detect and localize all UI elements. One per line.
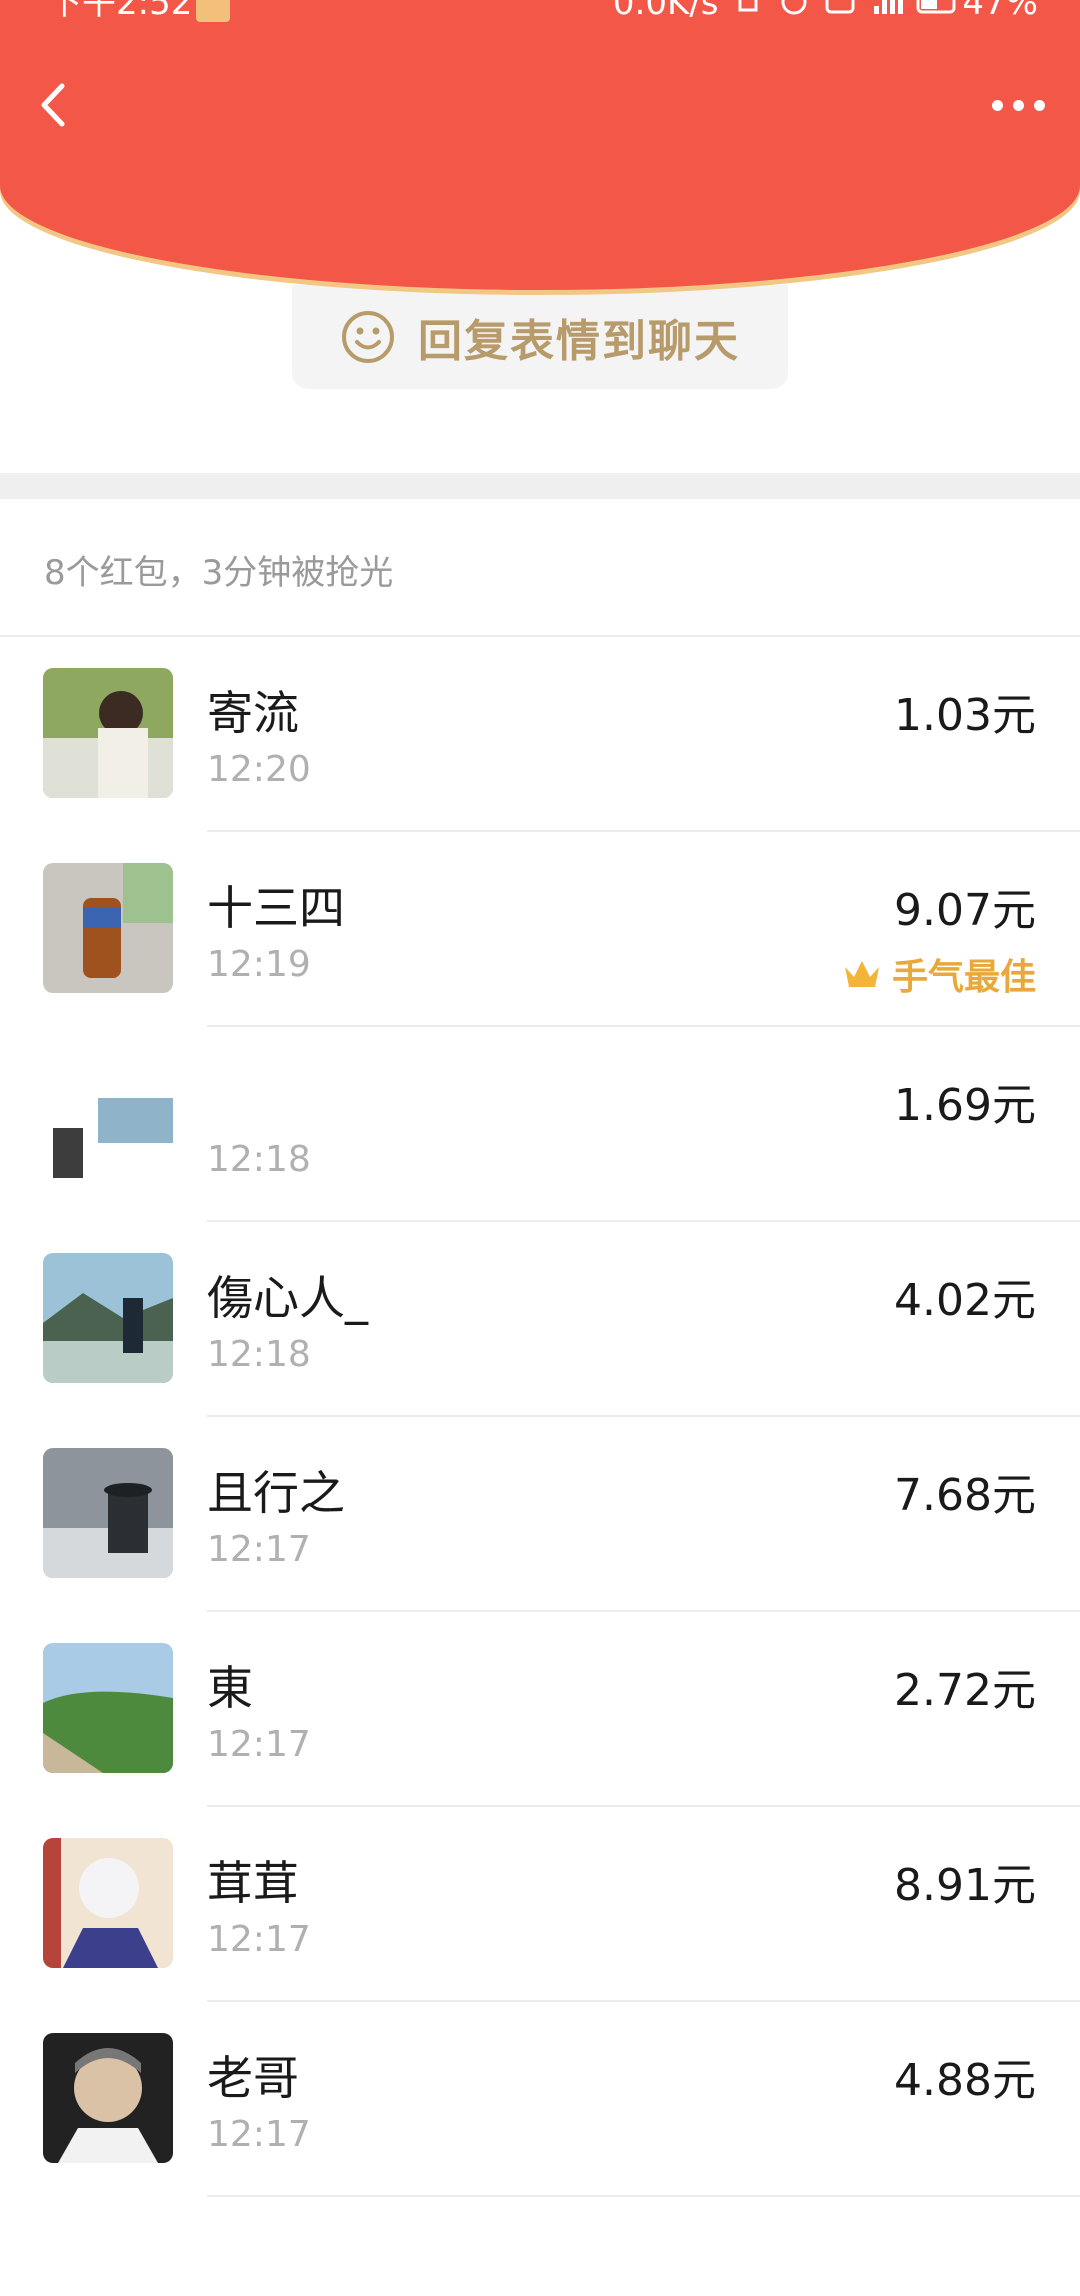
avatar[interactable]	[43, 1448, 173, 1578]
chevron-left-icon	[41, 83, 65, 127]
claimer-name: 且行之	[207, 1466, 345, 1520]
claimer-name: 東	[207, 1661, 253, 1715]
network-speed: 0.0K/s	[612, 0, 719, 23]
claim-time: 12:17	[207, 1724, 311, 1765]
hd-icon	[824, 0, 856, 18]
claim-row[interactable]: 12:18 1.69元	[0, 1027, 1080, 1222]
claim-row[interactable]: 十三四 12:19 9.07元 手气最佳	[0, 832, 1080, 1027]
red-packet-notification-icon	[196, 0, 230, 22]
status-time: 下午2:52	[48, 0, 193, 23]
more-dot-icon	[1012, 99, 1024, 111]
claim-amount: 4.02元	[894, 1275, 1036, 1326]
avatar[interactable]	[43, 863, 173, 993]
claimer-name: 老哥	[207, 2051, 299, 2105]
claimer-name: 寄流	[207, 686, 299, 740]
avatar[interactable]	[43, 2033, 173, 2163]
claim-amount: 9.07元	[894, 885, 1036, 936]
red-header-banner	[0, 0, 1080, 290]
smiley-icon	[342, 311, 394, 363]
claim-row[interactable]: 東 12:17 2.72元	[0, 1612, 1080, 1807]
best-luck-badge: 手气最佳	[842, 948, 1036, 1000]
claim-amount: 7.68元	[894, 1470, 1036, 1521]
claim-time: 12:20	[207, 749, 311, 790]
signal-icon	[870, 0, 904, 18]
claim-time: 12:17	[207, 2114, 311, 2155]
crown-icon	[844, 961, 879, 987]
claim-amount: 4.88元	[894, 2055, 1036, 2106]
claim-amount: 1.69元	[894, 1080, 1036, 1131]
claim-row[interactable]: 傷心人_ 12:18 4.02元	[0, 1222, 1080, 1417]
reply-sticker-label: 回复表情到聊天	[418, 316, 740, 367]
claim-time: 12:18	[207, 1139, 311, 1180]
row-divider	[207, 2195, 1080, 2197]
battery-icon	[916, 0, 956, 18]
more-dot-icon	[991, 99, 1003, 111]
claim-row[interactable]: 且行之 12:17 7.68元	[0, 1417, 1080, 1612]
battery-percent: 47%	[962, 0, 1038, 23]
claim-time: 12:19	[207, 944, 311, 985]
claim-row[interactable]: 寄流 12:20 1.03元	[0, 637, 1080, 832]
red-packet-detail-page: 下午2:52 0.0K/s 47% 回复表情到聊天 8个红包，3分钟被抢光 寄流…	[0, 0, 1080, 2296]
alarm-icon	[778, 0, 810, 18]
avatar[interactable]	[43, 1253, 173, 1383]
more-options-button[interactable]	[988, 90, 1048, 120]
claimer-name: 傷心人_	[207, 1271, 368, 1325]
reply-sticker-button[interactable]: 回复表情到聊天	[292, 285, 788, 389]
avatar[interactable]	[43, 668, 173, 798]
avatar[interactable]	[43, 1058, 173, 1188]
claim-row[interactable]: 老哥 12:17 4.88元	[0, 2002, 1080, 2197]
claim-amount: 8.91元	[894, 1860, 1036, 1911]
mute-bell-icon	[732, 0, 764, 18]
claim-amount: 1.03元	[894, 690, 1036, 741]
claim-list: 寄流 12:20 1.03元 十三四 12:19 9.07元 手气最佳 12:1…	[0, 637, 1080, 2197]
claim-time: 12:18	[207, 1334, 311, 1375]
claimer-name: 十三四	[207, 881, 345, 935]
status-bar: 下午2:52 0.0K/s 47%	[0, 0, 1080, 34]
section-divider	[0, 473, 1080, 499]
claim-row[interactable]: 茸茸 12:17 8.91元	[0, 1807, 1080, 2002]
claimer-name: 茸茸	[207, 1856, 299, 1910]
packet-summary: 8个红包，3分钟被抢光	[44, 553, 394, 593]
avatar[interactable]	[43, 1838, 173, 1968]
claim-amount: 2.72元	[894, 1665, 1036, 1716]
best-luck-label: 手气最佳	[891, 957, 1036, 998]
avatar[interactable]	[43, 1643, 173, 1773]
claim-time: 12:17	[207, 1919, 311, 1960]
back-button[interactable]	[30, 80, 80, 130]
more-dot-icon	[1033, 99, 1045, 111]
claim-time: 12:17	[207, 1529, 311, 1570]
status-right: 0.0K/s 47%	[613, 0, 1038, 20]
